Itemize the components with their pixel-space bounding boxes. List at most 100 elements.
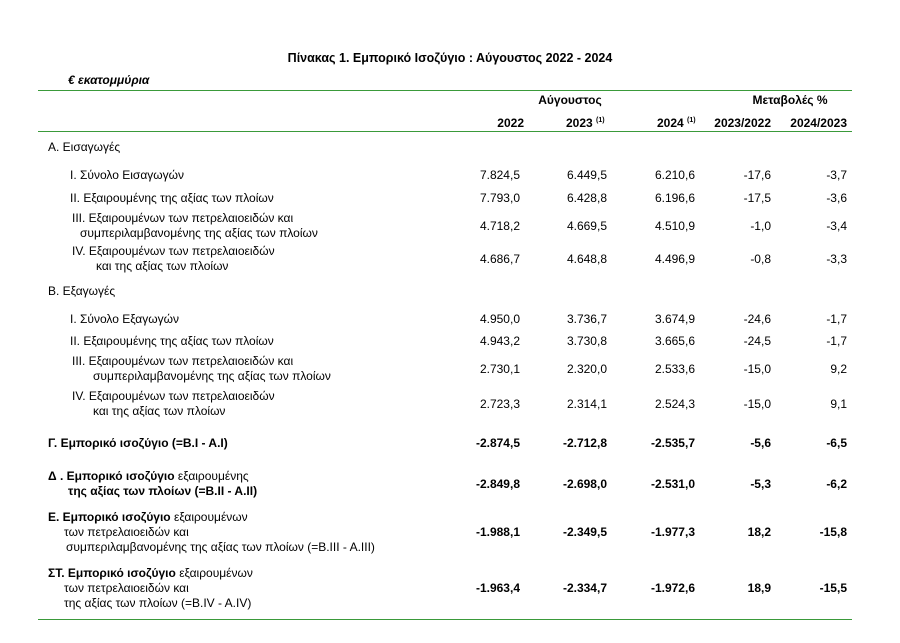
header-group-changes: Μεταβολές % <box>752 93 828 107</box>
table-cell: -0,8 <box>750 252 771 266</box>
table-cell: 6.196,6 <box>654 191 695 205</box>
table-cell: -17,5 <box>743 191 771 205</box>
footnote-marker: (1) <box>687 117 696 124</box>
bottom-rule <box>38 619 852 620</box>
balance-label-line2: των πετρελαιοειδών και <box>64 525 189 539</box>
header-col-2024: 2024 (1) <box>657 116 696 130</box>
balance-label: ΣΤ. Εμπορικό ισοζύγιο εξαιρουμένων <box>48 566 253 581</box>
balance-label-line3: της αξίας των πλοίων (=B.IV - A.IV) <box>64 596 252 610</box>
table-cell: -17,6 <box>743 168 771 182</box>
balance-cell: -6,2 <box>826 477 847 491</box>
table-cell: -3,6 <box>826 191 847 205</box>
balance-label-line3: συμπεριλαμβανομένης της αξίας των πλοίων… <box>66 540 375 554</box>
header-rule <box>38 131 852 132</box>
balance-cell: -1.963,4 <box>475 581 520 595</box>
row-label: III. Εξαιρουμένων των πετρελαιοειδών και <box>72 354 294 368</box>
balance-cell: -2.535,7 <box>650 436 695 450</box>
table-cell: 4.648,8 <box>566 252 607 266</box>
balance-label-bold: Δ . Εμπορικό ισοζύγιο <box>48 469 175 483</box>
unit-label: € εκατομμύρια <box>68 73 150 87</box>
table-cell: 9,1 <box>830 397 847 411</box>
table-cell: 4.943,2 <box>479 334 520 348</box>
table-cell: 2.524,3 <box>654 397 695 411</box>
balance-cell: -5,3 <box>750 477 771 491</box>
table-cell: 6.210,6 <box>654 168 695 182</box>
row-label: III. Εξαιρουμένων των πετρελαιοειδών και <box>72 211 294 225</box>
balance-cell: -2.712,8 <box>562 436 607 450</box>
section-imports-title: Α. Εισαγωγές <box>48 140 121 154</box>
table-cell: 6.428,8 <box>566 191 607 205</box>
balance-cell: -5,6 <box>750 436 771 450</box>
balance-label-line2: των πετρελαιοειδών και <box>64 581 189 595</box>
table-cell: 4.950,0 <box>479 312 520 326</box>
row-label: I. Σύνολο Εισαγωγών <box>70 168 185 182</box>
table-cell: 9,2 <box>830 362 847 376</box>
table-cell: 7.793,0 <box>479 191 520 205</box>
table-cell: 2.533,6 <box>654 362 695 376</box>
balance-label-bold: Ε. Εμπορικό ισοζύγιο <box>48 510 171 524</box>
row-label-line2: συμπεριλαμβανομένης της αξίας των πλοίων <box>80 226 318 240</box>
row-label: II. Εξαιρουμένης της αξίας των πλοίων <box>70 191 274 205</box>
footnote-marker: (1) <box>596 117 605 124</box>
balance-label-bold: Γ. Εμπορικό ισοζύγιο (=B.I - A.I) <box>48 436 228 450</box>
table-cell: 4.669,5 <box>566 219 607 233</box>
balance-label: Δ . Εμπορικό ισοζύγιο εξαιρουμένης <box>48 469 249 484</box>
table-cell: 3.730,8 <box>566 334 607 348</box>
section-exports-title: Β. Εξαγωγές <box>48 284 116 298</box>
balance-cell: -2.849,8 <box>475 477 520 491</box>
table-cell: -1,7 <box>826 334 847 348</box>
table-cell: 2.314,1 <box>566 397 607 411</box>
balance-cell: -15,5 <box>819 581 847 595</box>
table-cell: 4.496,9 <box>654 252 695 266</box>
table-cell: -3,4 <box>826 219 847 233</box>
table-cell: 2.723,3 <box>479 397 520 411</box>
table-cell: -3,7 <box>826 168 847 182</box>
table-cell: 4.718,2 <box>479 219 520 233</box>
table-cell: 4.510,9 <box>654 219 695 233</box>
row-label: I. Σύνολο Εξαγωγών <box>70 312 179 326</box>
table-cell: 3.674,9 <box>654 312 695 326</box>
balance-cell: -1.988,1 <box>475 525 520 539</box>
balance-label-rest: εξαιρουμένης <box>174 469 249 483</box>
table-cell: 6.449,5 <box>566 168 607 182</box>
balance-label-line2: της αξίας των πλοίων (=B.II - A.II) <box>68 484 258 498</box>
table-cell: -1,7 <box>826 312 847 326</box>
header-col-change-2024-2023: 2024/2023 <box>790 116 847 130</box>
table-cell: 2.730,1 <box>479 362 520 376</box>
table-cell: 3.736,7 <box>566 312 607 326</box>
header-group-august: Αύγουστος <box>538 93 602 107</box>
table-cell: 4.686,7 <box>479 252 520 266</box>
header-col-change-2023-2022: 2023/2022 <box>714 116 771 130</box>
table-cell: -24,5 <box>743 334 771 348</box>
header-col-2023: 2023 (1) <box>566 116 605 130</box>
balance-cell: -6,5 <box>826 436 847 450</box>
balance-cell: 18,2 <box>747 525 771 539</box>
balance-cell: -2.698,0 <box>562 477 607 491</box>
table-cell: -15,0 <box>743 362 771 376</box>
balance-cell: -15,8 <box>819 525 847 539</box>
balance-cell: -2.531,0 <box>650 477 695 491</box>
balance-label-rest: εξαιρουμένων <box>175 566 253 580</box>
balance-label-bold: ΣΤ. Εμπορικό ισοζύγιο <box>48 566 176 580</box>
top-rule <box>38 90 852 91</box>
row-label-line2: και της αξίας των πλοίων <box>93 404 226 418</box>
balance-label: Γ. Εμπορικό ισοζύγιο (=B.I - A.I) <box>48 436 228 451</box>
balance-label: Ε. Εμπορικό ισοζύγιο εξαιρουμένων <box>48 510 248 525</box>
row-label: II. Εξαιρουμένης της αξίας των πλοίων <box>70 334 274 348</box>
header-col-2022: 2022 <box>497 116 524 130</box>
table-cell: -1,0 <box>750 219 771 233</box>
table-title: Πίνακας 1. Εμπορικό Ισοζύγιο : Αύγουστος… <box>287 51 613 65</box>
table-cell: -24,6 <box>743 312 771 326</box>
balance-cell: -2.334,7 <box>562 581 607 595</box>
balance-cell: -2.874,5 <box>475 436 520 450</box>
balance-cell: -1.972,6 <box>650 581 695 595</box>
table-cell: 3.665,6 <box>654 334 695 348</box>
balance-label-rest: εξαιρουμένων <box>170 510 248 524</box>
table-cell: -15,0 <box>743 397 771 411</box>
row-label-line2: συμπεριλαμβανομένης της αξίας των πλοίων <box>93 369 331 383</box>
balance-cell: 18,9 <box>747 581 771 595</box>
balance-cell: -2.349,5 <box>562 525 607 539</box>
table-cell: -3,3 <box>826 252 847 266</box>
table-cell: 7.824,5 <box>479 168 520 182</box>
row-label-line2: και της αξίας των πλοίων <box>96 259 229 273</box>
